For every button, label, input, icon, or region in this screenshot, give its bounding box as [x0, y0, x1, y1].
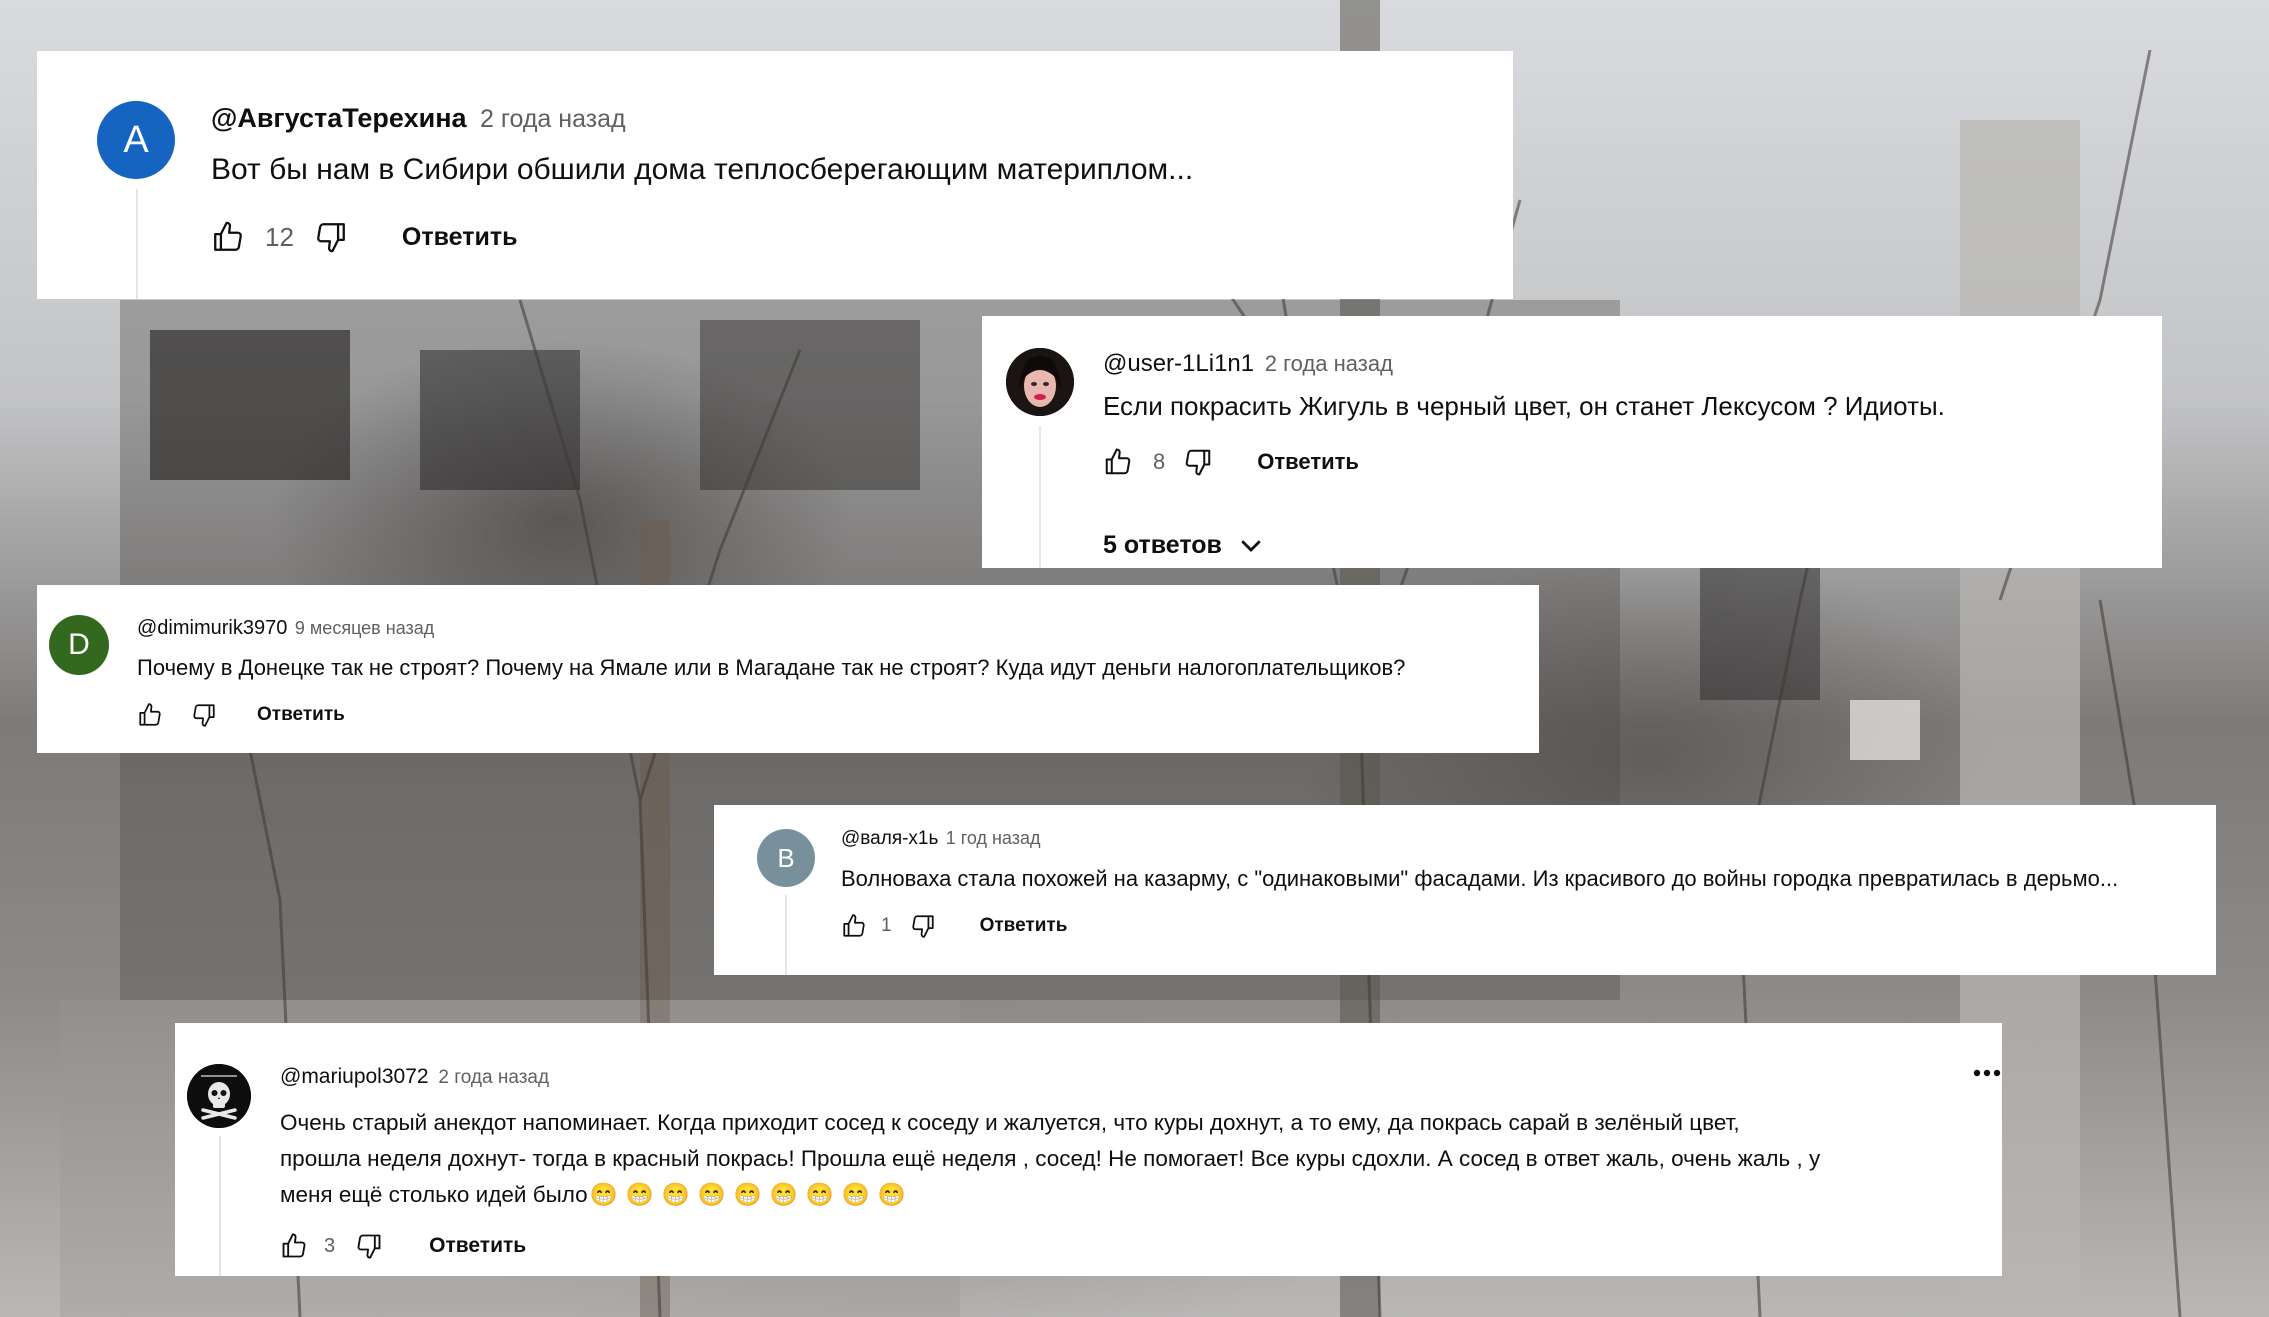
- author-name[interactable]: @валя-х1ь: [841, 828, 938, 849]
- thread-line: [785, 895, 787, 975]
- like-icon[interactable]: [280, 1232, 308, 1260]
- comment-text-line: меня ещё столько идей было😁😁😁😁😁😁😁😁😁: [280, 1177, 1820, 1213]
- timestamp[interactable]: 2 года назад: [1265, 351, 1393, 376]
- comment-card: A @АвгустаТерехина 2 года назад Вот бы н…: [37, 51, 1513, 299]
- like-icon[interactable]: [841, 913, 867, 939]
- dislike-icon[interactable]: [910, 913, 936, 939]
- comment-text: Почему в Донецке так не строят? Почему н…: [137, 655, 1406, 680]
- thread-line: [136, 189, 138, 299]
- avatar[interactable]: D: [49, 615, 109, 675]
- timestamp[interactable]: 1 год назад: [946, 828, 1041, 848]
- reply-button[interactable]: Ответить: [980, 915, 1068, 937]
- dislike-icon[interactable]: [1183, 447, 1213, 477]
- like-count: 1: [881, 915, 892, 936]
- author-name[interactable]: @АвгустаТерехина: [211, 103, 467, 133]
- dislike-icon[interactable]: [355, 1232, 383, 1260]
- replies-toggle[interactable]: 5 ответов: [1103, 528, 1266, 562]
- comment-text: Очень старый анекдот напоминает. Когда п…: [280, 1105, 1820, 1213]
- dislike-icon[interactable]: [191, 702, 217, 728]
- like-icon[interactable]: [1103, 447, 1133, 477]
- like-count: 3: [324, 1234, 336, 1257]
- comment-text: Если покрасить Жигуль в черный цвет, он …: [1103, 391, 1945, 421]
- skull-crossbones-icon: [187, 1064, 251, 1128]
- reply-button[interactable]: Ответить: [402, 223, 518, 252]
- comment-actions: 8 Ответить: [1103, 444, 1359, 480]
- like-count: 8: [1153, 449, 1166, 474]
- portrait-avatar[interactable]: [1006, 348, 1074, 416]
- comment-actions: 1 Ответить: [841, 911, 1067, 941]
- comment-text-line: прошла неделя дохнут- тогда в красный по…: [280, 1146, 1821, 1171]
- comment-header: @валя-х1ь 1 год назад: [841, 828, 1041, 850]
- thread-line: [219, 1136, 221, 1276]
- comment-card: @user-1Li1n1 2 года назад Если покрасить…: [982, 316, 2162, 568]
- skull-crossbones-avatar[interactable]: [187, 1064, 251, 1128]
- comment-card: D @dimimurik3970 9 месяцев назад Почему …: [37, 585, 1539, 753]
- timestamp[interactable]: 2 года назад: [480, 105, 626, 133]
- comment-header: @user-1Li1n1 2 года назад: [1103, 350, 1393, 378]
- like-icon[interactable]: [211, 220, 245, 254]
- emoji-grin-row: 😁😁😁😁😁😁😁😁😁: [589, 1182, 914, 1207]
- reply-button[interactable]: Ответить: [1257, 449, 1359, 475]
- author-name[interactable]: @dimimurik3970: [137, 617, 287, 639]
- timestamp[interactable]: 9 месяцев назад: [295, 618, 434, 638]
- comment-actions: 3 Ответить: [280, 1230, 526, 1262]
- reply-button[interactable]: Ответить: [429, 1234, 526, 1258]
- comment-header: @АвгустаТерехина 2 года назад: [211, 103, 626, 134]
- more-horizontal-icon[interactable]: [1972, 1067, 2002, 1079]
- comment-card: @mariupol3072 2 года назад Очень старый …: [175, 1023, 2002, 1276]
- comment-header: @mariupol3072 2 года назад: [280, 1065, 549, 1089]
- timestamp[interactable]: 2 года назад: [438, 1067, 549, 1088]
- thread-line: [1039, 426, 1041, 568]
- like-icon[interactable]: [137, 702, 163, 728]
- avatar[interactable]: A: [97, 101, 175, 179]
- reply-button[interactable]: Ответить: [257, 704, 345, 726]
- chevron-down-icon: [1236, 530, 1266, 560]
- author-name[interactable]: @user-1Li1n1: [1103, 350, 1254, 377]
- comment-text: Волноваха стала похожей на казарму, с "о…: [841, 866, 2119, 891]
- like-count: 12: [265, 221, 294, 252]
- comment-text-segment: меня ещё столько идей было: [280, 1182, 588, 1207]
- author-name[interactable]: @mariupol3072: [280, 1065, 429, 1088]
- portrait-icon: [1006, 348, 1074, 416]
- comment-header: @dimimurik3970 9 месяцев назад: [137, 617, 434, 640]
- comment-actions: 12 Ответить: [211, 216, 517, 258]
- dislike-icon[interactable]: [314, 220, 348, 254]
- comment-card: В @валя-х1ь 1 год назад Волноваха стала …: [714, 805, 2216, 975]
- comment-text-line: Очень старый анекдот напоминает. Когда п…: [280, 1110, 1740, 1135]
- avatar[interactable]: В: [757, 829, 815, 887]
- replies-count-label: 5 ответов: [1103, 530, 1222, 559]
- comment-actions: Ответить: [137, 700, 345, 730]
- comment-text: Вот бы нам в Сибири обшили дома теплосбе…: [211, 153, 1194, 186]
